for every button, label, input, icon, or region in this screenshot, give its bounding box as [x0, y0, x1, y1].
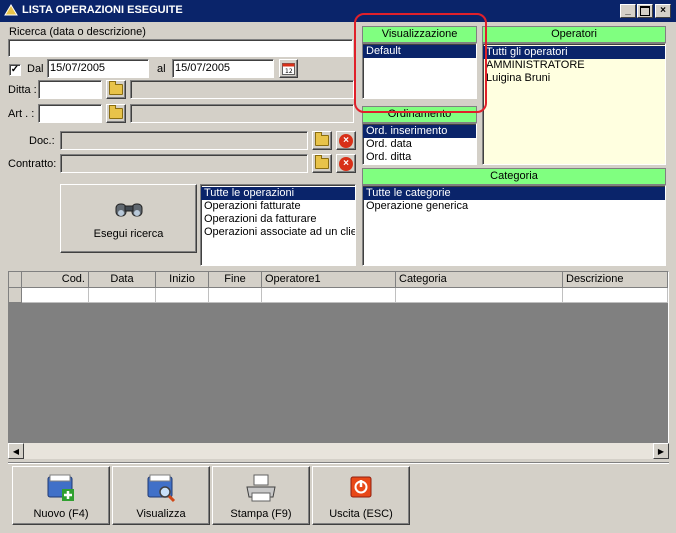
- calendar-button[interactable]: 12: [279, 59, 298, 78]
- delete-icon: ×: [339, 156, 353, 171]
- new-document-icon: [47, 474, 74, 501]
- title-bar: LISTA OPERAZIONI ESEGUITE _ ×: [0, 0, 676, 22]
- art-label: Art . :: [8, 108, 35, 120]
- folder-icon: [109, 105, 123, 119]
- art-code-input[interactable]: [38, 104, 102, 123]
- art-name-field: [130, 104, 354, 123]
- binoculars-icon: [115, 203, 142, 216]
- contratto-browse-button[interactable]: [312, 154, 332, 173]
- exit-button-label: Uscita (ESC): [329, 508, 393, 520]
- table-cell[interactable]: [89, 288, 156, 303]
- column-header[interactable]: Fine: [209, 272, 262, 288]
- column-header[interactable]: Cod.: [22, 272, 89, 288]
- print-button[interactable]: Stampa (F9): [212, 466, 310, 525]
- horizontal-scrollbar[interactable]: ◀ ▶: [8, 443, 669, 459]
- list-item[interactable]: Operazione generica: [363, 200, 665, 213]
- column-header[interactable]: Descrizione: [563, 272, 668, 288]
- table-cell[interactable]: [262, 288, 396, 303]
- view-button-label: Visualizza: [136, 508, 186, 520]
- maximize-icon: [640, 6, 650, 16]
- list-item[interactable]: Luigina Bruni: [483, 72, 665, 85]
- column-header[interactable]: Data: [89, 272, 156, 288]
- categoria-list[interactable]: Tutte le categorie Operazione generica: [362, 185, 666, 266]
- results-grid[interactable]: Cod. Data Inizio Fine Operatore1 Categor…: [8, 271, 669, 459]
- list-item[interactable]: Ord. ditta: [363, 151, 476, 164]
- folder-icon: [315, 132, 329, 146]
- contratto-label: Contratto:: [8, 158, 57, 170]
- ditta-label: Ditta :: [8, 84, 37, 96]
- close-button[interactable]: ×: [655, 4, 671, 18]
- column-header[interactable]: Inizio: [156, 272, 209, 288]
- art-browse-button[interactable]: [106, 104, 126, 123]
- scroll-left-button[interactable]: ◀: [8, 443, 24, 459]
- view-button[interactable]: Visualizza: [112, 466, 210, 525]
- doc-label: Doc.:: [29, 135, 55, 147]
- categoria-header: Categoria: [362, 168, 666, 185]
- list-item[interactable]: Ord. inserimento: [363, 125, 476, 138]
- table-cell[interactable]: [22, 288, 89, 303]
- folder-icon: [109, 81, 123, 95]
- operation-filter-list[interactable]: Tutte le operazioni Operazioni fatturate…: [200, 184, 356, 266]
- list-item[interactable]: Tutti gli operatori: [483, 46, 665, 59]
- row-indicator-header: [9, 272, 22, 288]
- ditta-name-field: [130, 80, 354, 99]
- ditta-code-input[interactable]: [38, 80, 102, 99]
- table-cell[interactable]: [156, 288, 209, 303]
- power-icon: [350, 476, 372, 498]
- window-title: LISTA OPERAZIONI ESEGUITE: [22, 4, 183, 16]
- contratto-field: [60, 154, 308, 173]
- minimize-button[interactable]: _: [620, 4, 636, 18]
- new-button[interactable]: Nuovo (F4): [12, 466, 110, 525]
- date-from-input[interactable]: 15/07/2005: [47, 59, 149, 78]
- doc-clear-button[interactable]: ×: [336, 131, 356, 150]
- print-button-label: Stampa (F9): [230, 508, 292, 520]
- doc-browse-button[interactable]: [312, 131, 332, 150]
- folder-icon: [315, 155, 329, 169]
- minimize-icon: _: [625, 5, 631, 16]
- printer-icon: [246, 474, 276, 502]
- new-button-label: Nuovo (F4): [33, 508, 89, 520]
- row-indicator: [9, 288, 22, 303]
- separator: [8, 463, 669, 464]
- date-to-input[interactable]: 15/07/2005: [172, 59, 274, 78]
- search-input[interactable]: [8, 39, 353, 57]
- table-cell[interactable]: [396, 288, 563, 303]
- calendar-icon: 12: [282, 63, 295, 75]
- app-icon: [4, 3, 18, 17]
- dal-checkbox[interactable]: ✓: [9, 64, 21, 76]
- list-item[interactable]: Tutte le operazioni: [201, 187, 355, 200]
- column-header[interactable]: Categoria: [396, 272, 563, 288]
- ordinamento-list[interactable]: Ord. inserimento Ord. data Ord. ditta: [362, 123, 477, 165]
- al-label: al: [157, 63, 166, 75]
- exec-search-button[interactable]: Esegui ricerca: [60, 184, 197, 253]
- list-item[interactable]: Operazioni associate ad un clier: [201, 226, 355, 239]
- column-header[interactable]: Operatore1: [262, 272, 396, 288]
- operatori-header: Operatori: [482, 26, 666, 43]
- ditta-browse-button[interactable]: [106, 80, 126, 99]
- close-icon: ×: [660, 5, 666, 16]
- svg-text:12: 12: [285, 68, 293, 75]
- scroll-right-button[interactable]: ▶: [653, 443, 669, 459]
- operatori-list[interactable]: Tutti gli operatori AMMINISTRATORE Luigi…: [482, 43, 666, 165]
- exec-search-label: Esegui ricerca: [93, 227, 164, 240]
- arrow-left-icon: ◀: [12, 446, 20, 456]
- table-cell[interactable]: [563, 288, 668, 303]
- maximize-button[interactable]: [637, 4, 653, 18]
- dal-label: Dal: [27, 63, 44, 75]
- list-item[interactable]: Operazioni da fatturare: [201, 213, 355, 226]
- arrow-right-icon: ▶: [657, 446, 665, 456]
- list-item[interactable]: Operazioni fatturate: [201, 200, 355, 213]
- exit-button[interactable]: Uscita (ESC): [312, 466, 410, 525]
- list-item[interactable]: AMMINISTRATORE: [483, 59, 665, 72]
- highlight-box: [354, 13, 487, 113]
- list-item[interactable]: Tutte le categorie: [363, 187, 665, 200]
- delete-icon: ×: [339, 133, 353, 148]
- contratto-clear-button[interactable]: ×: [336, 154, 356, 173]
- doc-field: [60, 131, 308, 150]
- search-label: Ricerca (data o descrizione): [9, 26, 146, 38]
- list-item[interactable]: Ord. data: [363, 138, 476, 151]
- table-cell[interactable]: [209, 288, 262, 303]
- view-document-icon: [147, 474, 176, 503]
